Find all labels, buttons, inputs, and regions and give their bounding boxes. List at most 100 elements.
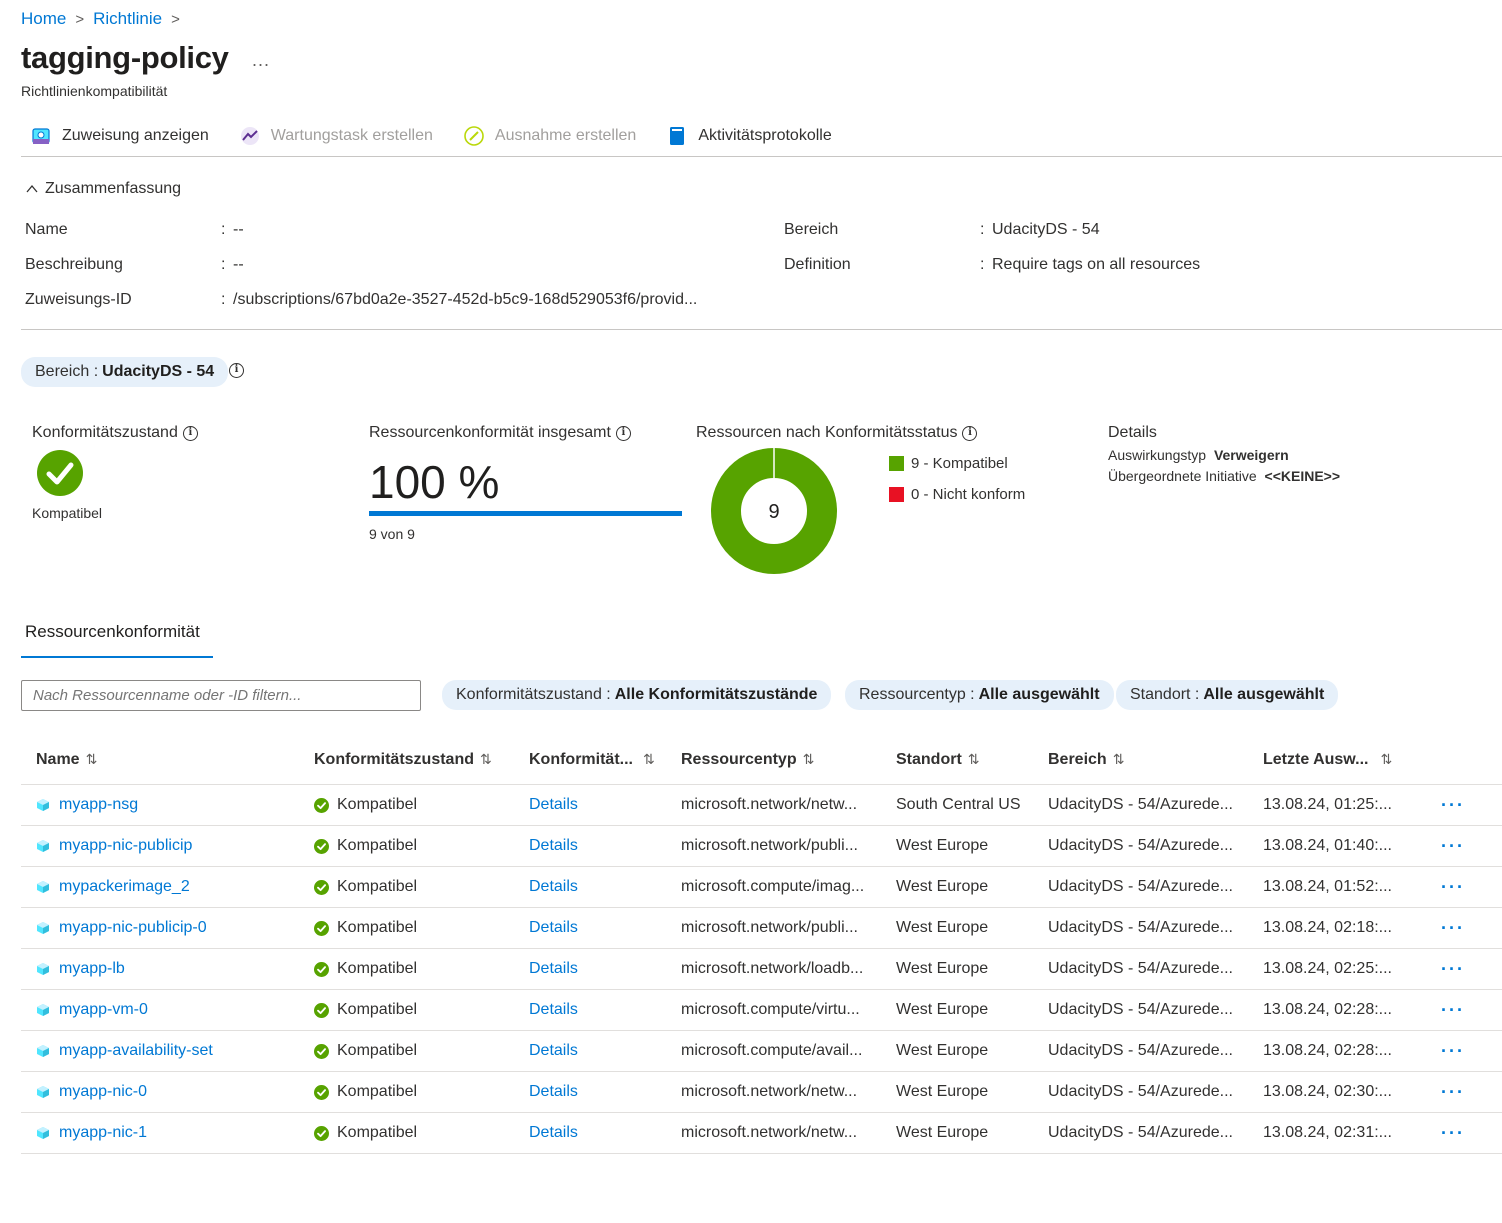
resource-name-link[interactable]: myapp-availability-set: [59, 1042, 213, 1060]
row-actions-cell: ···: [1423, 1041, 1483, 1062]
resource-name-link[interactable]: mypackerimage_2: [59, 878, 190, 896]
breadcrumb-home[interactable]: Home: [21, 9, 66, 29]
summary-name-value: --: [233, 221, 244, 238]
resource-type-cell: microsoft.network/netw...: [681, 1124, 858, 1141]
filter-type-label: Ressourcentyp :: [859, 686, 975, 703]
last-evaluated-cell: 13.08.24, 02:31:...: [1263, 1124, 1392, 1141]
create-remediation-button[interactable]: Wartungstask erstellen: [230, 120, 433, 152]
details-effect-label: Auswirkungstyp: [1108, 447, 1207, 463]
details-link[interactable]: Details: [529, 1083, 578, 1101]
breadcrumb-richtlinie[interactable]: Richtlinie: [93, 9, 162, 29]
column-header-label: Konformitätszustand: [314, 750, 474, 768]
compliance-state-cell: Kompatibel: [314, 837, 529, 855]
info-icon[interactable]: i: [182, 425, 198, 441]
row-more-button[interactable]: ···: [1441, 1123, 1465, 1144]
info-icon[interactable]: i: [229, 363, 244, 378]
colon: :: [221, 221, 226, 238]
resource-name-link[interactable]: myapp-nic-publicip: [59, 837, 192, 855]
resource-name-link[interactable]: myapp-nic-0: [59, 1083, 147, 1101]
details-title: Details: [1108, 424, 1157, 441]
overall-compliance-percent: 100 %: [369, 456, 500, 508]
details-link[interactable]: Details: [529, 1042, 578, 1060]
sort-icon: ⇅: [643, 751, 655, 767]
row-more-button[interactable]: ···: [1441, 795, 1465, 816]
resource-name-link[interactable]: myapp-nsg: [59, 796, 138, 814]
resource-filter-input[interactable]: [21, 680, 421, 711]
sort-icon: ⇅: [85, 751, 98, 767]
compliance-state-text: Kompatibel: [337, 1001, 418, 1018]
info-icon[interactable]: i: [962, 425, 978, 441]
location-cell: West Europe: [896, 1083, 989, 1100]
column-header-compliance[interactable]: Konformität... ⇅: [529, 751, 681, 769]
details-link[interactable]: Details: [529, 919, 578, 937]
create-exemption-button[interactable]: Ausnahme erstellen: [454, 120, 636, 152]
page-title: tagging-policy: [21, 40, 229, 75]
row-more-button[interactable]: ···: [1441, 1082, 1465, 1103]
activity-log-button[interactable]: Aktivitätsprotokolle: [657, 120, 832, 152]
resource-cube-icon: [37, 963, 49, 975]
location-filter[interactable]: Standort : Alle ausgewählt: [1116, 680, 1339, 710]
summary-assignment-id: Zuweisungs-ID : /subscriptions/67bd0a2e-…: [25, 291, 697, 309]
scope-cell: UdacityDS - 54/Azurede...: [1048, 960, 1233, 977]
details-link[interactable]: Details: [529, 1124, 578, 1142]
scope-cell: UdacityDS - 54/Azurede...: [1048, 878, 1233, 895]
resource-name-cell: myapp-nic-0: [21, 1083, 314, 1101]
compliance-state-heading: Konformitätszustand i: [32, 424, 198, 442]
scope-pill-label: Bereich :: [35, 363, 99, 380]
resource-name-link[interactable]: myapp-nic-1: [59, 1124, 147, 1142]
summary-description: Beschreibung : --: [25, 256, 244, 274]
filter-loc-label: Standort :: [1130, 686, 1200, 703]
row-more-button[interactable]: ···: [1441, 918, 1465, 939]
resource-name-link[interactable]: myapp-lb: [59, 960, 125, 978]
compliance-details-cell: Details: [529, 919, 681, 937]
details-link[interactable]: Details: [529, 1001, 578, 1019]
table-row: myapp-nic-0 Kompatibel Details microsoft…: [21, 1072, 1502, 1113]
resource-type-cell: microsoft.network/netw...: [681, 1083, 858, 1100]
compliance-state-value: Kompatibel: [32, 505, 103, 521]
row-more-button[interactable]: ···: [1441, 1000, 1465, 1021]
last-evaluated-cell: 13.08.24, 02:28:...: [1263, 1042, 1392, 1059]
location-cell: West Europe: [896, 919, 989, 936]
table-row: myapp-availability-set Kompatibel Detail…: [21, 1031, 1502, 1072]
summary-name-label: Name: [25, 221, 68, 238]
row-more-button[interactable]: ···: [1441, 836, 1465, 857]
summary-def-value: Require tags on all resources: [992, 256, 1201, 273]
exemption-icon: [463, 125, 485, 147]
scope-pill[interactable]: Bereich : UdacityDS - 54: [21, 357, 229, 387]
tab-resource-compliance[interactable]: Ressourcenkonformität: [21, 622, 213, 658]
column-header-state[interactable]: Konformitätszustand ⇅: [314, 751, 529, 769]
compliance-state-filter[interactable]: Konformitätszustand : Alle Konformitätsz…: [442, 680, 832, 710]
column-header-name[interactable]: Name ⇅: [21, 751, 314, 769]
details-link[interactable]: Details: [529, 837, 578, 855]
details-panel: Details Auswirkungstyp Verweigern Überge…: [1108, 424, 1340, 484]
resource-name-link[interactable]: myapp-nic-publicip-0: [59, 919, 207, 937]
more-options-button[interactable]: ...: [252, 50, 270, 71]
row-more-button[interactable]: ···: [1441, 1041, 1465, 1062]
column-header-location[interactable]: Standort ⇅: [896, 751, 1048, 769]
details-link[interactable]: Details: [529, 960, 578, 978]
last-evaluated-cell: 13.08.24, 01:52:...: [1263, 878, 1392, 895]
column-header-scope[interactable]: Bereich ⇅: [1048, 751, 1263, 769]
resource-cube-icon: [37, 922, 49, 934]
row-more-button[interactable]: ···: [1441, 877, 1465, 898]
compliance-state-cell: Kompatibel: [314, 1083, 529, 1101]
filter-loc-value: Alle ausgewählt: [1203, 686, 1325, 703]
resource-compliance-table: Name ⇅ Konformitätszustand ⇅ Konformität..…: [21, 735, 1502, 1154]
view-assignment-button[interactable]: Zuweisung anzeigen: [21, 120, 209, 152]
row-more-button[interactable]: ···: [1441, 959, 1465, 980]
resource-type-filter[interactable]: Ressourcentyp : Alle ausgewählt: [845, 680, 1114, 710]
column-header-type[interactable]: Ressourcentyp ⇅: [681, 751, 896, 769]
compliant-check-icon: [314, 1125, 329, 1141]
summary-toggle[interactable]: Zusammenfassung: [25, 180, 181, 198]
details-link[interactable]: Details: [529, 878, 578, 896]
assignment-icon: [30, 125, 52, 147]
column-header-last-eval[interactable]: Letzte Ausw... ⇅: [1263, 751, 1423, 769]
resource-cube-icon: [37, 840, 49, 852]
compliant-check-icon: [314, 797, 329, 813]
filter-type-value: Alle ausgewählt: [978, 686, 1100, 703]
details-link[interactable]: Details: [529, 796, 578, 814]
resource-name-link[interactable]: myapp-vm-0: [59, 1001, 148, 1019]
resource-type-cell: microsoft.compute/virtu...: [681, 1001, 860, 1018]
info-icon[interactable]: i: [615, 425, 631, 441]
location-cell: West Europe: [896, 1001, 989, 1018]
